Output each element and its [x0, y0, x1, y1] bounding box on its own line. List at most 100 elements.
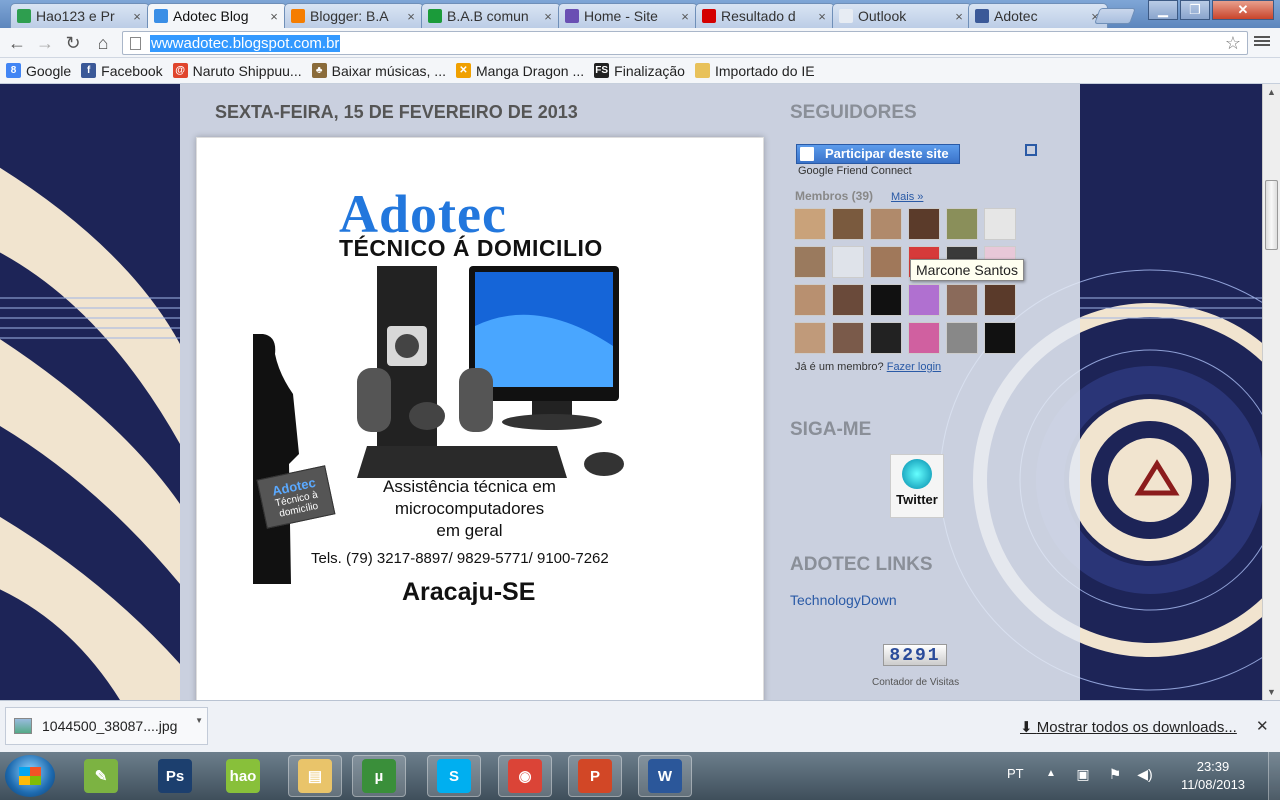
tab-5[interactable]: Home - Site × [558, 3, 698, 28]
member-avatar[interactable] [794, 208, 826, 240]
explorer-app[interactable]: ▤ [288, 755, 342, 797]
manga-icon: ✕ [455, 63, 471, 78]
popout-icon[interactable] [1025, 144, 1037, 156]
technologydown-link[interactable]: TechnologyDown [790, 592, 897, 608]
vertical-scrollbar[interactable]: ▲ ▼ [1262, 84, 1280, 700]
member-avatar[interactable] [832, 284, 864, 316]
volume-icon[interactable]: ◀) [1137, 766, 1153, 782]
member-avatar[interactable] [946, 208, 978, 240]
utorrent-app[interactable]: µ [352, 755, 406, 797]
member-avatar[interactable] [908, 322, 940, 354]
member-avatar[interactable] [870, 246, 902, 278]
more-members-link[interactable]: Mais » [891, 191, 923, 203]
reload-icon[interactable]: ↻ [62, 32, 84, 54]
download-item[interactable]: 1044500_38087....jpg ▼ [5, 707, 208, 745]
tab-label: Resultado d [721, 8, 796, 24]
home-icon[interactable]: ⌂ [92, 32, 114, 54]
tab-close-icon[interactable]: × [679, 9, 691, 24]
bookmark-4[interactable]: ♣ Baixar músicas, ... [311, 63, 446, 79]
language-indicator[interactable]: PT [1007, 766, 1024, 781]
tab-close-icon[interactable]: × [953, 9, 965, 24]
tab-6[interactable]: Resultado d × [695, 3, 835, 28]
links-heading: ADOTEC LINKS [790, 554, 933, 575]
scroll-thumb[interactable] [1265, 180, 1278, 250]
twitter-button[interactable]: Twitter [890, 454, 944, 518]
tab-label: Home - Site [584, 8, 658, 24]
greenshot-app[interactable]: ✎ [74, 755, 128, 797]
photoshop-app[interactable]: Ps [148, 755, 202, 797]
maximize-button[interactable]: ❐ [1180, 0, 1210, 20]
tab-2[interactable]: Adotec Blog × [147, 3, 287, 28]
skype-app[interactable]: S [427, 755, 481, 797]
tab-close-icon[interactable]: × [542, 9, 554, 24]
windows-taskbar: ✎ Ps hao ▤ µ S ◉ P W PT ▲ ▣ ⚑ ◀) 23:39 11/08/201… [0, 752, 1280, 800]
show-all-downloads-link[interactable]: ⬇ Mostrar todos os downloads... [1020, 718, 1237, 736]
tab-8[interactable]: Adotec × [968, 3, 1108, 28]
tab-4[interactable]: B.A.B comun × [421, 3, 561, 28]
member-avatar[interactable] [946, 322, 978, 354]
adotec-bird-icon [154, 9, 168, 23]
action-center-flag-icon[interactable]: ⚑ [1107, 766, 1123, 782]
tab-1[interactable]: Hao123 e Pr × [10, 3, 150, 28]
close-window-button[interactable]: ✕ [1212, 0, 1274, 20]
menu-icon[interactable] [1254, 34, 1270, 50]
member-avatar[interactable] [794, 284, 826, 316]
member-avatar[interactable] [946, 284, 978, 316]
member-avatar[interactable] [832, 322, 864, 354]
member-avatar[interactable] [870, 284, 902, 316]
back-icon[interactable]: ← [6, 32, 28, 54]
close-downloads-icon[interactable]: ✕ [1256, 717, 1269, 735]
music-icon: ♣ [311, 63, 327, 78]
ad-service-text: Assistência técnica em microcomputadores… [342, 476, 597, 542]
member-avatar[interactable] [984, 208, 1016, 240]
word-app[interactable]: W [638, 755, 692, 797]
tab-close-icon[interactable]: × [405, 9, 417, 24]
member-avatar[interactable] [870, 322, 902, 354]
bookmark-6[interactable]: FS Finalização [594, 63, 685, 79]
brazil-flag-icon [428, 9, 442, 23]
forward-icon[interactable]: → [34, 32, 56, 54]
bookmark-1[interactable]: 8 Google [6, 63, 71, 79]
member-avatar[interactable] [832, 208, 864, 240]
bookmark-star-icon[interactable]: ☆ [1225, 33, 1241, 54]
member-avatar[interactable] [908, 284, 940, 316]
url-text[interactable]: wwwadotec.blogspot.com.br [150, 35, 341, 52]
hao123-app[interactable]: hao [216, 755, 270, 797]
login-link[interactable]: Fazer login [887, 361, 941, 373]
chrome-app[interactable]: ◉ [498, 755, 552, 797]
member-avatar[interactable] [984, 284, 1016, 316]
show-desktop-button[interactable] [1268, 752, 1280, 800]
tab-7[interactable]: Outlook × [832, 3, 972, 28]
tab-close-icon[interactable]: × [816, 9, 828, 24]
new-tab-button[interactable] [1094, 8, 1136, 24]
post-image[interactable]: Adotec TÉCNICO Á DOMICILIO Adotec Técnic… [196, 137, 764, 700]
member-avatar[interactable] [832, 246, 864, 278]
join-site-button[interactable]: Participar deste site [796, 144, 960, 164]
member-avatar[interactable] [794, 246, 826, 278]
minimize-button[interactable]: ▁ [1148, 0, 1178, 20]
network-icon[interactable]: ▣ [1075, 766, 1091, 782]
powerpoint-app[interactable]: P [568, 755, 622, 797]
member-avatar[interactable] [908, 208, 940, 240]
system-clock[interactable]: 23:39 11/08/2013 [1168, 758, 1258, 794]
tab-close-icon[interactable]: × [131, 9, 143, 24]
member-avatar[interactable] [794, 322, 826, 354]
page-viewport: SEXTA-FEIRA, 15 DE FEVEREIRO DE 2013 Ado… [0, 84, 1262, 700]
show-hidden-icons-icon[interactable]: ▲ [1046, 768, 1056, 779]
bookmark-5[interactable]: ✕ Manga Dragon ... [455, 63, 584, 79]
bookmark-7[interactable]: Importado do IE [694, 63, 815, 79]
member-avatar[interactable] [870, 208, 902, 240]
scroll-up-icon[interactable]: ▲ [1263, 84, 1280, 100]
address-bar[interactable]: wwwadotec.blogspot.com.br ☆ [122, 31, 1248, 55]
download-menu-icon[interactable]: ▼ [195, 716, 203, 725]
tab-close-icon[interactable]: × [268, 9, 280, 24]
member-avatar[interactable] [984, 322, 1016, 354]
bookmark-3[interactable]: @ Naruto Shippuu... [172, 63, 302, 79]
join-site-label: Participar deste site [825, 146, 949, 161]
bookmark-2[interactable]: f Facebook [81, 63, 163, 79]
bookmarks-bar: 8 Google f Facebook @ Naruto Shippuu... ♣ Baixa… [0, 58, 1280, 84]
tab-3[interactable]: Blogger: B.A × [284, 3, 424, 28]
scroll-down-icon[interactable]: ▼ [1263, 684, 1280, 700]
start-button[interactable] [5, 755, 55, 797]
blog-content: SEXTA-FEIRA, 15 DE FEVEREIRO DE 2013 Ado… [180, 84, 1080, 700]
